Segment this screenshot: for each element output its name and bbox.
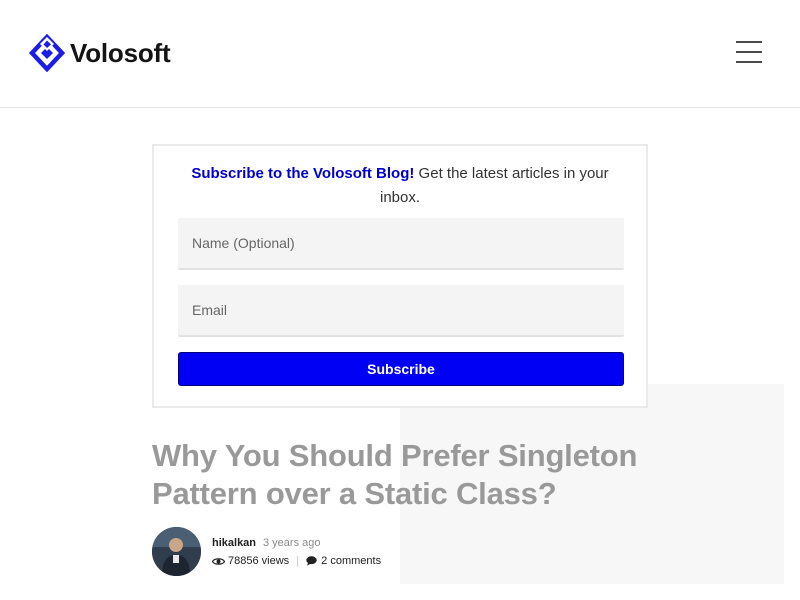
author-name[interactable]: hikalkan — [212, 537, 256, 549]
menu-bar-middle — [736, 51, 762, 53]
subscribe-description: Get the latest articles in your inbox. — [379, 165, 609, 206]
subscribe-button[interactable]: Subscribe — [178, 352, 624, 386]
comments-count: 2 comments — [321, 555, 382, 567]
comment-bubble-icon — [306, 556, 317, 566]
comments-stat[interactable]: 2 comments — [306, 555, 381, 567]
stats-divider — [297, 555, 299, 567]
subscribe-text: Subscribe to the Volosoft Blog! Get the … — [154, 162, 646, 210]
eye-icon — [212, 557, 225, 565]
author-avatar[interactable] — [152, 527, 201, 576]
post-time: 3 years ago — [263, 537, 321, 549]
brand-name: Volosoft — [70, 37, 171, 68]
email-input[interactable] — [178, 285, 624, 337]
name-input[interactable] — [178, 218, 624, 270]
site-header: Volosoft — [0, 0, 800, 108]
post-meta: hikalkan 3 years ago 78856 views 2 comme… — [152, 526, 552, 578]
views-stat: 78856 views — [212, 555, 289, 567]
subscribe-blog-link[interactable]: Subscribe to the Volosoft Blog! — [191, 165, 414, 182]
views-count: 78856 views — [228, 555, 290, 567]
brand-logo-link[interactable]: Volosoft — [29, 34, 171, 72]
post-stats: 78856 views 2 comments — [212, 555, 381, 567]
avatar-image — [152, 527, 201, 576]
post-title[interactable]: Why You Should Prefer Singleton Pattern … — [152, 437, 672, 513]
menu-bar-top — [736, 41, 762, 43]
subscribe-box: Subscribe to the Volosoft Blog! Get the … — [152, 144, 648, 408]
menu-bar-bottom — [736, 61, 762, 63]
hamburger-menu-icon[interactable] — [736, 41, 762, 63]
volosoft-logo-icon — [29, 34, 65, 72]
